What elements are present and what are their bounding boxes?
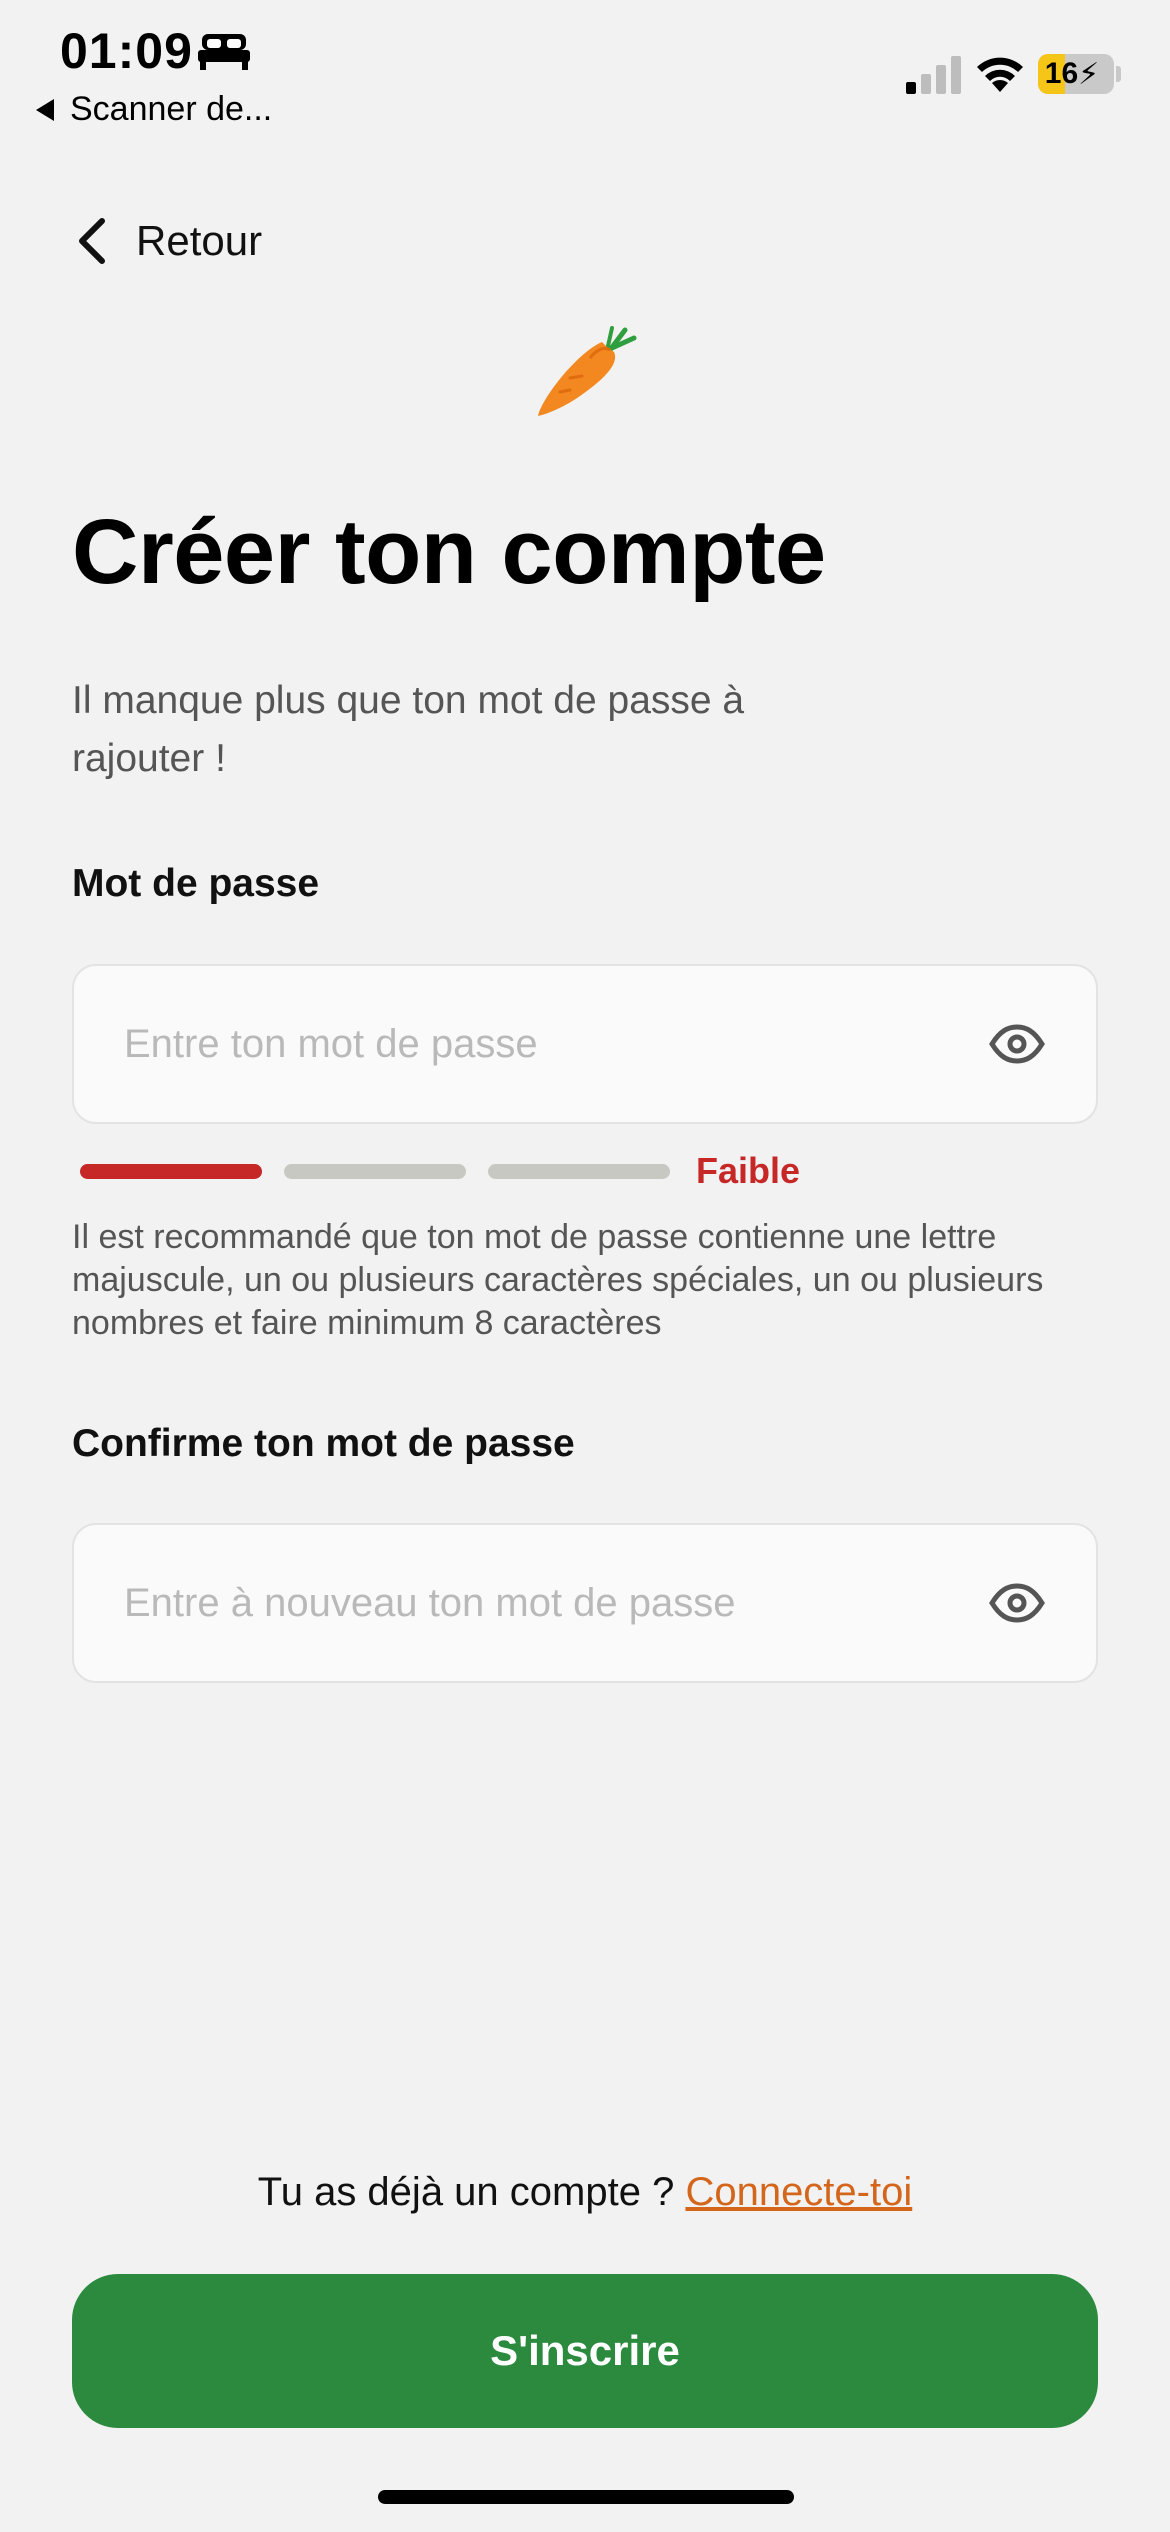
confirm-password-label: Confirme ton mot de passe bbox=[72, 1422, 575, 1465]
bed-icon bbox=[198, 34, 250, 70]
login-prompt-row: Tu as déjà un compte ? Connecte-toi bbox=[0, 2170, 1170, 2215]
status-time: 01:09 bbox=[60, 23, 193, 79]
login-prompt: Tu as déjà un compte ? bbox=[257, 2170, 675, 2214]
password-label: Mot de passe bbox=[72, 862, 320, 905]
screen: 01:09 Scanner de... 16 ⚡ Retour Créer to… bbox=[0, 0, 1170, 2532]
password-hint: Il est recommandé que ton mot de passe c… bbox=[72, 1218, 1044, 1342]
password-input[interactable] bbox=[74, 1021, 988, 1067]
password-strength-meter: Faible bbox=[80, 1150, 800, 1191]
back-button[interactable]: Retour bbox=[72, 210, 262, 272]
back-triangle-icon bbox=[36, 98, 54, 121]
wifi-icon bbox=[977, 57, 1023, 92]
page-subtitle: Il manque plus que ton mot de passe à ra… bbox=[72, 679, 745, 780]
signup-button[interactable]: S'inscrire bbox=[72, 2274, 1098, 2428]
back-to-app-link[interactable]: Scanner de... bbox=[36, 90, 272, 129]
strength-segment bbox=[488, 1163, 670, 1179]
page-title: Créer ton compte bbox=[72, 501, 826, 603]
confirm-password-input[interactable] bbox=[74, 1580, 988, 1626]
password-field bbox=[72, 964, 1098, 1124]
strength-segment bbox=[284, 1163, 466, 1179]
home-indicator[interactable] bbox=[378, 2490, 794, 2504]
strength-segment bbox=[80, 1163, 262, 1179]
strength-label: Faible bbox=[696, 1150, 801, 1191]
back-label: Retour bbox=[136, 217, 263, 264]
back-app-label: Scanner de... bbox=[70, 90, 273, 128]
login-link[interactable]: Connecte-toi bbox=[685, 2170, 912, 2214]
signal-icon bbox=[906, 56, 961, 94]
battery-level: 16 bbox=[1044, 57, 1079, 90]
eye-icon[interactable] bbox=[988, 1024, 1046, 1064]
chevron-left-icon bbox=[79, 218, 105, 264]
battery-icon: 16 ⚡ bbox=[1038, 54, 1114, 94]
confirm-password-field bbox=[72, 1523, 1098, 1683]
eye-icon[interactable] bbox=[988, 1583, 1046, 1623]
carrot-icon bbox=[538, 326, 637, 416]
